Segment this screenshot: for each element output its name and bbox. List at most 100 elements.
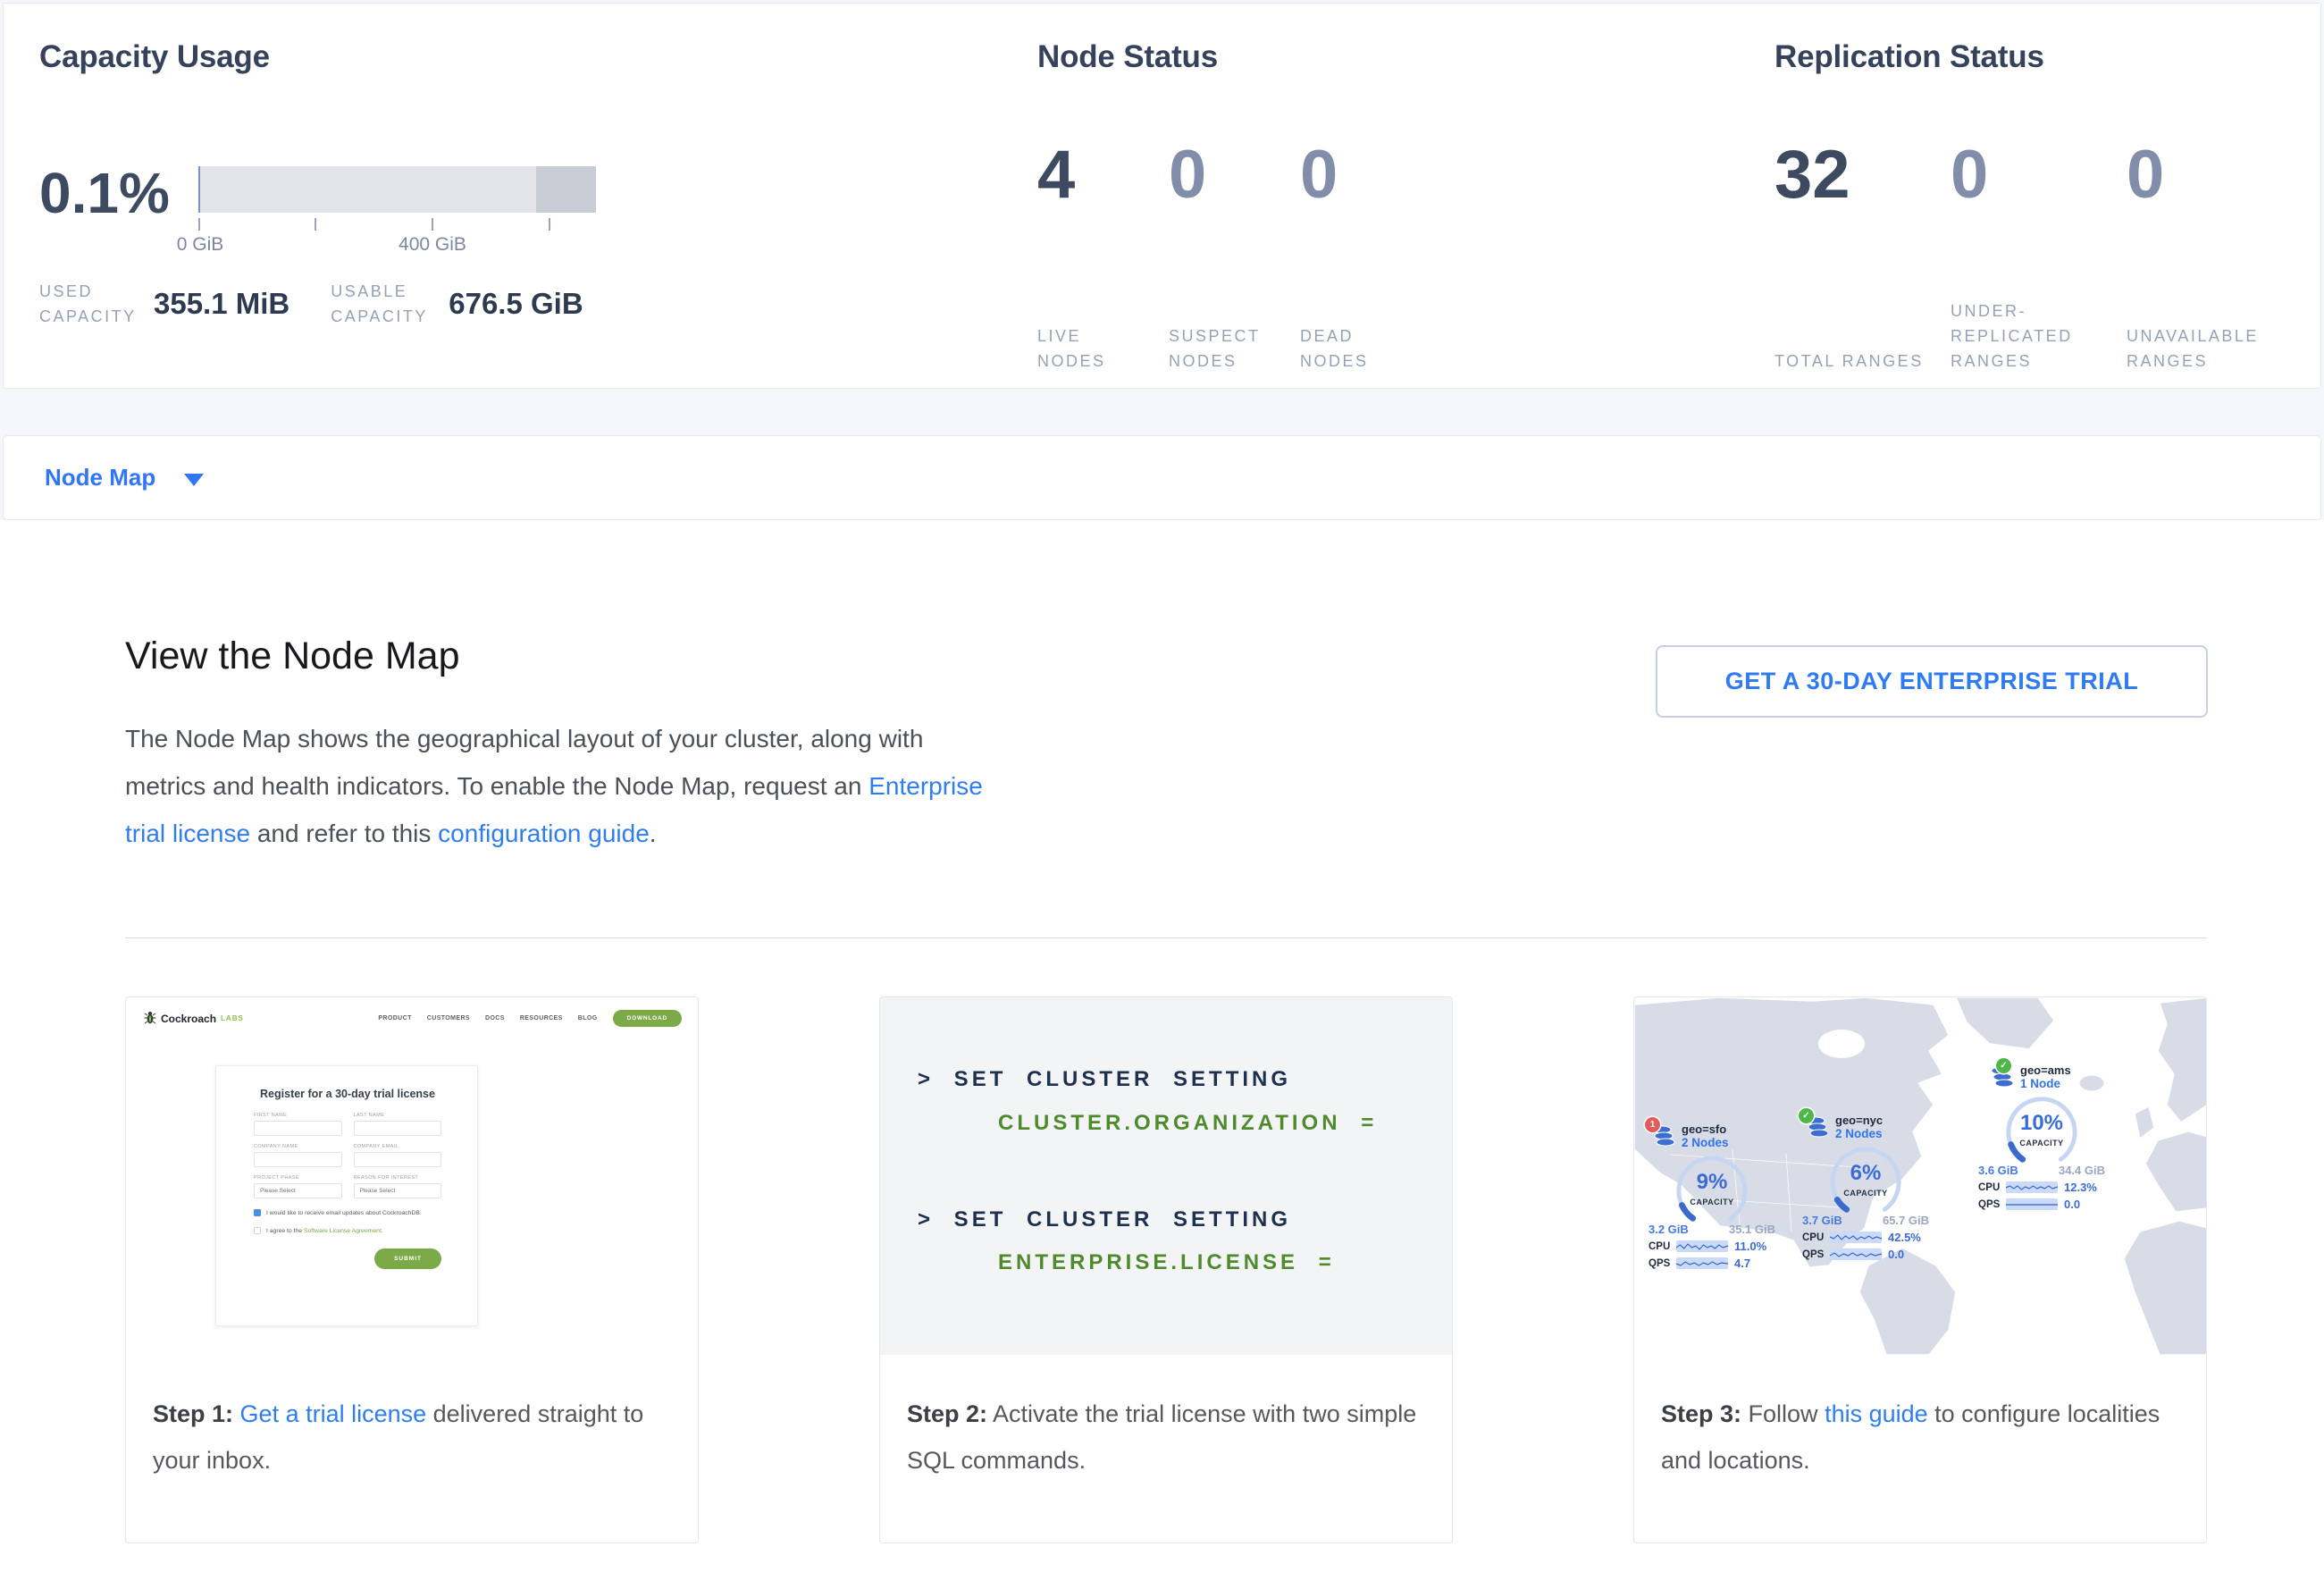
ok-badge: ✓ bbox=[1996, 1058, 2011, 1073]
capacity-axis-ticks bbox=[198, 218, 596, 232]
unavailable-ranges-metric: 0 UNAVAILABLE RANGES bbox=[2127, 139, 2303, 374]
dead-nodes-metric: 0 DEAD NODES bbox=[1300, 139, 1431, 374]
sql-setting-1: CLUSTER.ORGANIZATION = bbox=[998, 1111, 1377, 1136]
qps-sparkline bbox=[1676, 1257, 1728, 1269]
section-divider bbox=[125, 937, 2207, 938]
get-enterprise-trial-button[interactable]: GET A 30-DAY ENTERPRISE TRIAL bbox=[1656, 645, 2208, 718]
email-updates-checkbox bbox=[254, 1209, 261, 1216]
under-replicated-label: UNDER-REPLICATED RANGES bbox=[1951, 298, 2101, 374]
qps-sparkline bbox=[1830, 1248, 1882, 1260]
usable-capacity-value: 676.5 GiB bbox=[449, 287, 583, 321]
total-ranges-metric: 32 TOTAL RANGES bbox=[1774, 139, 1951, 374]
trial-license-form: Register for a 30-day trial license FIRS… bbox=[215, 1065, 478, 1326]
mini-site-nav: PRODUCT CUSTOMERS DOCS RESOURCES BLOG DO… bbox=[378, 1010, 682, 1027]
live-nodes-metric: 4 LIVE NODES bbox=[1037, 139, 1169, 374]
step2-card: > SET CLUSTER SETTING CLUSTER.ORGANIZATI… bbox=[879, 996, 1453, 1543]
under-replicated-metric: 0 UNDER-REPLICATED RANGES bbox=[1951, 139, 2127, 374]
node-status-title: Node Status bbox=[1037, 39, 1734, 75]
roach-icon bbox=[144, 1011, 156, 1026]
dead-nodes-value: 0 bbox=[1300, 139, 1431, 211]
mini-download-button: DOWNLOAD bbox=[613, 1010, 682, 1027]
locality-label: geo=sfo bbox=[1682, 1122, 1729, 1136]
get-trial-license-link[interactable]: Get a trial license bbox=[240, 1400, 427, 1427]
capacity-percent: 0.1% bbox=[39, 164, 198, 222]
locality-label: geo=nyc bbox=[1835, 1114, 1883, 1127]
under-replicated-value: 0 bbox=[1951, 139, 2127, 211]
capacity-stats-row: USED CAPACITY 355.1 MiB USABLE CAPACITY … bbox=[39, 279, 986, 329]
live-nodes-label: LIVE NODES bbox=[1037, 324, 1145, 374]
license-agreement-checkbox bbox=[254, 1227, 261, 1234]
sql-snippet: > SET CLUSTER SETTING CLUSTER.ORGANIZATI… bbox=[880, 997, 1452, 1355]
replication-status-title: Replication Status bbox=[1774, 39, 2311, 75]
cpu-sparkline bbox=[1676, 1240, 1728, 1252]
step1-card: Cockroach LABS PRODUCT CUSTOMERS DOCS RE… bbox=[125, 996, 699, 1543]
capacity-axis-label-400: 400 GiB bbox=[399, 234, 466, 256]
step2-caption: Step 2: Activate the trial license with … bbox=[880, 1355, 1452, 1484]
replication-status-section: Replication Status 32 TOTAL RANGES 0 UND… bbox=[1774, 39, 2311, 374]
capacity-gauge-row: 0.1% 0 GiB 400 GiB bbox=[39, 156, 986, 254]
sql-setting-2: ENTERPRISE.LICENSE = bbox=[998, 1250, 1335, 1275]
this-guide-link[interactable]: this guide bbox=[1825, 1400, 1928, 1427]
node-count: 1 Node bbox=[2020, 1077, 2071, 1090]
capacity-axis-label-0: 0 GiB bbox=[177, 234, 224, 256]
company-name-field bbox=[254, 1152, 342, 1167]
reason-select: Please Select bbox=[354, 1183, 442, 1198]
qps-sparkline bbox=[2006, 1198, 2058, 1210]
chevron-down-icon[interactable] bbox=[184, 474, 204, 486]
node-map-dropdown[interactable]: Node Map bbox=[45, 464, 155, 492]
page-title: View the Node Map bbox=[125, 635, 460, 678]
company-email-field bbox=[354, 1152, 442, 1167]
step3-card: 1 geo=sfo 2 Nodes bbox=[1633, 996, 2207, 1543]
capacity-gauge: 6% CAPACITY bbox=[1821, 1142, 1910, 1217]
step3-caption: Step 3: Follow this guide to configure l… bbox=[1634, 1355, 2206, 1484]
step1-caption: Step 1: Get a trial license delivered st… bbox=[126, 1355, 698, 1484]
used-capacity-value: 355.1 MiB bbox=[154, 287, 289, 321]
step1-screenshot: Cockroach LABS PRODUCT CUSTOMERS DOCS RE… bbox=[126, 997, 698, 1355]
node-map-promo-section: View the Node Map The Node Map shows the… bbox=[0, 520, 2324, 1589]
unavailable-ranges-label: UNAVAILABLE RANGES bbox=[2127, 324, 2277, 374]
view-selector-bar[interactable]: Node Map bbox=[3, 435, 2321, 520]
live-nodes-value: 4 bbox=[1037, 139, 1169, 211]
mini-form-title: Register for a 30-day trial license bbox=[254, 1088, 441, 1100]
sql-prompt-2: > SET CLUSTER SETTING bbox=[918, 1207, 1291, 1232]
unavailable-ranges-value: 0 bbox=[2127, 139, 2303, 211]
capacity-bar: 0 GiB 400 GiB bbox=[198, 166, 596, 261]
capacity-gauge: 10% CAPACITY bbox=[1997, 1092, 2086, 1167]
onboarding-steps: Cockroach LABS PRODUCT CUSTOMERS DOCS RE… bbox=[125, 996, 2207, 1543]
node-status-section: Node Status 4 LIVE NODES 0 SUSPECT NODES… bbox=[1037, 39, 1734, 374]
map-node-nyc: ✓ geo=nyc 2 Nodes bbox=[1802, 1115, 1929, 1261]
used-capacity-label: USED CAPACITY bbox=[39, 279, 154, 329]
suspect-nodes-value: 0 bbox=[1169, 139, 1300, 211]
map-node-ams: ✓ geo=ams 1 Node bbox=[1978, 1065, 2105, 1211]
mini-submit-button: SUBMIT bbox=[374, 1248, 441, 1269]
error-badge: 1 bbox=[1645, 1117, 1660, 1132]
last-name-field bbox=[354, 1121, 442, 1136]
sql-prompt-1: > SET CLUSTER SETTING bbox=[918, 1067, 1291, 1092]
total-ranges-value: 32 bbox=[1774, 139, 1951, 211]
ok-badge: ✓ bbox=[1799, 1108, 1814, 1123]
cluster-overview-page: Capacity Usage 0.1% 0 GiB bbox=[0, 0, 2324, 1589]
cluster-summary-panel: Capacity Usage 0.1% 0 GiB bbox=[3, 3, 2321, 389]
intro-paragraph: The Node Map shows the geographical layo… bbox=[125, 715, 1010, 857]
locality-label: geo=ams bbox=[2020, 1064, 2071, 1077]
cockroach-labs-logo: Cockroach LABS bbox=[144, 1011, 244, 1026]
dead-nodes-label: DEAD NODES bbox=[1300, 324, 1407, 374]
total-ranges-label: TOTAL RANGES bbox=[1774, 349, 1925, 374]
suspect-nodes-label: SUSPECT NODES bbox=[1169, 324, 1276, 374]
capacity-usage-section: Capacity Usage 0.1% 0 GiB bbox=[39, 39, 986, 329]
capacity-bar-used-segment bbox=[198, 166, 200, 213]
node-map-preview: 1 geo=sfo 2 Nodes bbox=[1634, 997, 2206, 1355]
map-node-sfo: 1 geo=sfo 2 Nodes bbox=[1649, 1124, 1775, 1270]
cpu-sparkline bbox=[2006, 1181, 2058, 1193]
first-name-field bbox=[254, 1121, 342, 1136]
software-license-link: Software License Agreement. bbox=[304, 1228, 383, 1234]
suspect-nodes-metric: 0 SUSPECT NODES bbox=[1169, 139, 1300, 374]
usable-capacity-label: USABLE CAPACITY bbox=[331, 279, 449, 329]
node-count: 2 Nodes bbox=[1835, 1127, 1883, 1140]
capacity-usage-title: Capacity Usage bbox=[39, 39, 986, 75]
configuration-guide-link[interactable]: configuration guide bbox=[438, 820, 650, 847]
project-phase-select: Please Select bbox=[254, 1183, 342, 1198]
node-count: 2 Nodes bbox=[1682, 1136, 1729, 1149]
capacity-gauge: 9% CAPACITY bbox=[1667, 1151, 1757, 1226]
cpu-sparkline bbox=[1830, 1232, 1882, 1243]
